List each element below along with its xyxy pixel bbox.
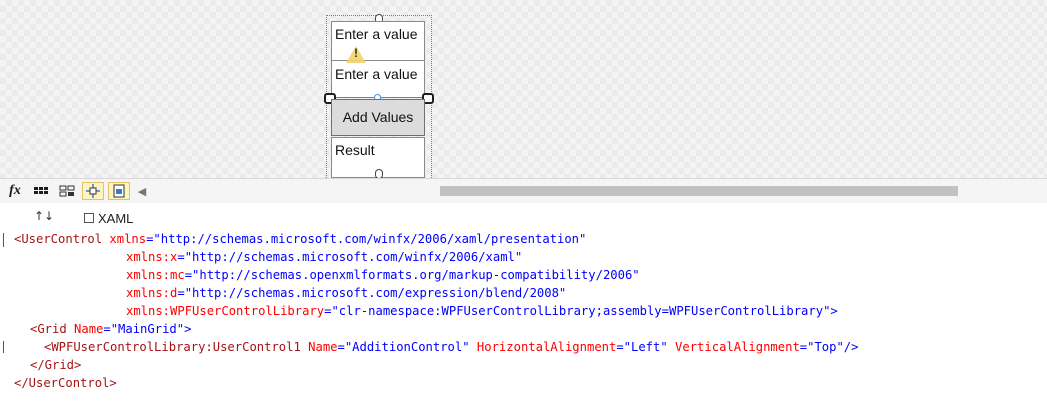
grid-glyph — [34, 187, 48, 194]
code-line-1: <UserControl xmlns="http://schemas.micro… — [14, 230, 586, 248]
code-element: </UserControl> — [14, 376, 117, 390]
code-line-4: xmlns:d="http://schemas.microsoft.com/ex… — [126, 284, 566, 302]
code-line-9: </UserControl> — [14, 374, 117, 392]
code-attribute: xmlns:x — [126, 250, 178, 264]
code-value: ="http://schemas.microsoft.com/winfx/200… — [177, 250, 523, 264]
code-element: <Grid — [30, 322, 67, 336]
caret-marker — [3, 233, 4, 247]
code-value: ="clr-namespace:WPFUserControlLibrary;as… — [324, 304, 838, 318]
artboard-icon[interactable] — [108, 182, 130, 200]
code-line-7: <WPFUserControlLibrary:UserControl1 Name… — [44, 338, 858, 356]
value-textbox-1-text: Enter a value — [335, 26, 418, 42]
snap-lines-glyph — [86, 184, 100, 198]
scroll-left-glyph: ◀ — [137, 184, 147, 198]
code-value: ="http://schemas.openxmlformats.org/mark… — [184, 268, 640, 282]
value-textbox-2-text: Enter a value — [335, 66, 418, 82]
code-value: ="Top"/> — [799, 340, 859, 354]
snap-lines-icon[interactable] — [82, 182, 104, 200]
warning-exclamation-icon: ! — [354, 46, 358, 60]
grid-icon[interactable] — [30, 182, 52, 200]
code-line-8: </Grid> — [30, 356, 81, 374]
code-line-5: xmlns:WPFUserControlLibrary="clr-namespa… — [126, 302, 838, 320]
xaml-tab-icon — [84, 213, 94, 223]
bottom-resize-handle[interactable] — [375, 169, 383, 178]
value-textbox-2[interactable]: Enter a value — [331, 60, 425, 98]
code-attribute: xmlns:mc — [126, 268, 185, 282]
artboard-glyph — [113, 184, 125, 198]
code-line-2: xmlns:x="http://schemas.microsoft.com/wi… — [126, 248, 522, 266]
collapse-marker — [3, 341, 4, 353]
code-line-6: <Grid Name="MainGrid"> — [30, 320, 191, 338]
code-attribute: HorizontalAlignment — [469, 340, 617, 354]
scroll-left-icon[interactable]: ◀ — [134, 182, 150, 200]
code-attribute: VerticalAlignment — [667, 340, 800, 354]
code-element: </Grid> — [30, 358, 82, 372]
add-values-button-label: Add Values — [342, 109, 414, 125]
add-values-button[interactable]: Add Values — [331, 99, 425, 136]
xaml-code-editor[interactable]: <UserControl xmlns="http://schemas.micro… — [0, 230, 1047, 415]
code-attribute: Name — [66, 322, 104, 336]
code-attribute: xmlns:WPFUserControlLibrary — [126, 304, 325, 318]
horizontal-scrollbar-thumb[interactable] — [440, 186, 958, 196]
result-textblock-text: Result — [335, 142, 375, 158]
fx-icon[interactable]: fx — [4, 182, 26, 200]
grid-snap-glyph — [59, 185, 75, 197]
code-value: ="Left" — [616, 340, 668, 354]
swap-panes-icon[interactable]: ↑↓ — [34, 209, 54, 223]
code-value: ="AdditionControl" — [337, 340, 470, 354]
tab-xaml-label: XAML — [98, 210, 134, 226]
code-element: <WPFUserControlLibrary:UserControl1 — [44, 340, 301, 354]
code-attribute: xmlns — [102, 232, 147, 246]
code-attribute: Name — [300, 340, 338, 354]
code-element: <UserControl — [14, 232, 103, 246]
tab-xaml[interactable]: XAML — [84, 208, 133, 228]
code-value: ="MainGrid"> — [103, 322, 192, 336]
grid-snap-icon[interactable] — [56, 182, 78, 200]
code-value: ="http://schemas.microsoft.com/winfx/200… — [146, 232, 587, 246]
code-value: ="http://schemas.microsoft.com/expressio… — [177, 286, 567, 300]
design-surface[interactable]: Enter a value Enter a value ! Add Values… — [0, 0, 1047, 178]
code-attribute: xmlns:d — [126, 286, 178, 300]
fx-label: fx — [9, 183, 21, 198]
view-tabs: ↑↓ XAML — [0, 203, 1047, 230]
code-line-3: xmlns:mc="http://schemas.openxmlformats.… — [126, 266, 640, 284]
